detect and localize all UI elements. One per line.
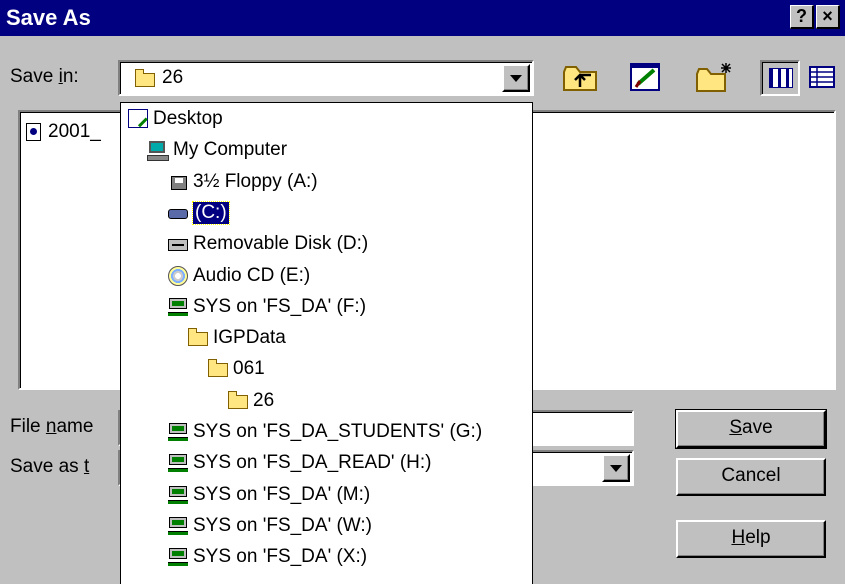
- dropdown-item-label: Removable Disk (D:): [193, 233, 369, 255]
- hard-disk-icon: [167, 203, 189, 223]
- dropdown-item[interactable]: SYS on 'FS_DA' (F:): [167, 293, 366, 321]
- help-label-rest: elp: [745, 527, 771, 548]
- computer-icon: [147, 140, 169, 162]
- network-drive-icon: [167, 516, 189, 536]
- desktop-icon[interactable]: [626, 60, 666, 96]
- dropdown-item[interactable]: 3½ Floppy (A:): [167, 168, 318, 196]
- folder-open-icon: [134, 69, 156, 89]
- dropdown-item[interactable]: Removable Disk (D:): [167, 230, 368, 258]
- dropdown-item-label: 061: [233, 358, 265, 380]
- folder-icon: [187, 328, 209, 348]
- dropdown-item[interactable]: (C:): [167, 199, 230, 227]
- save-as-type-dropdown-button[interactable]: [602, 454, 630, 482]
- floppy-icon: [167, 172, 189, 192]
- save-in-dropdown-button[interactable]: [502, 64, 530, 92]
- cancel-button[interactable]: Cancel: [676, 458, 826, 496]
- dropdown-item-label: 3½ Floppy (A:): [193, 170, 318, 192]
- network-drive-icon: [167, 297, 189, 317]
- removable-disk-icon: [167, 234, 189, 254]
- save-in-combo[interactable]: 26: [118, 60, 534, 96]
- network-drive-icon: [167, 453, 189, 473]
- dropdown-item[interactable]: SYS on 'FS_DA' (W:): [167, 512, 372, 540]
- save-accel: S: [729, 417, 743, 438]
- dropdown-item[interactable]: SYS on 'FS_DA' (X:): [167, 543, 367, 571]
- window-title: Save As: [6, 5, 91, 30]
- save-label-rest: ave: [742, 417, 773, 438]
- dropdown-item[interactable]: SYS on 'FS_DA_READ' (H:): [167, 449, 432, 477]
- dropdown-item-label: (C:): [192, 200, 230, 225]
- dropdown-item[interactable]: My Computer: [147, 136, 287, 164]
- dropdown-item-label: SYS on 'FS_DA_READ' (H:): [193, 452, 432, 474]
- list-view-button[interactable]: [760, 60, 800, 96]
- dropdown-item[interactable]: 061: [207, 355, 265, 383]
- dropdown-item[interactable]: SYS on 'FS_DA' (M:): [167, 481, 370, 509]
- folder-icon: [207, 359, 229, 379]
- details-view-icon[interactable]: [802, 60, 842, 96]
- new-folder-icon[interactable]: [694, 60, 734, 96]
- file-name-text: 2001_: [48, 121, 101, 142]
- up-one-level-icon[interactable]: [560, 60, 600, 96]
- dropdown-item-label: SYS on 'FS_DA' (X:): [193, 546, 368, 568]
- list-item[interactable]: 2001_: [24, 120, 101, 144]
- dropdown-item-label: IGPData: [213, 327, 286, 349]
- help-accel: H: [731, 527, 746, 548]
- folder-open-icon: [227, 390, 249, 411]
- close-button[interactable]: ×: [816, 5, 840, 29]
- dropdown-item-label: Desktop: [153, 108, 223, 129]
- save-in-label: Save in:: [10, 66, 79, 87]
- file-name-label: File name: [10, 416, 94, 437]
- network-drive-icon: [167, 422, 189, 442]
- dropdown-item-label: 26: [253, 389, 275, 411]
- list-view-icon: [769, 68, 793, 88]
- dropdown-item-label: Audio CD (E:): [193, 264, 311, 286]
- dropdown-item-label: SYS on 'FS_DA' (F:): [193, 295, 367, 317]
- help-title-button[interactable]: ?: [790, 5, 814, 29]
- dropdown-item-label: My Computer: [173, 139, 288, 161]
- dropdown-item[interactable]: 26: [227, 387, 274, 415]
- dropdown-item-label: SYS on 'FS_DA_STUDENTS' (G:): [193, 421, 483, 442]
- desktop-icon: [127, 109, 149, 129]
- network-drive-icon: [167, 485, 189, 505]
- cd-icon: [167, 265, 189, 286]
- dropdown-item[interactable]: SYS on 'FS_DA_STUDENTS' (G:): [167, 418, 482, 446]
- chevron-down-icon: [510, 75, 522, 82]
- chevron-down-icon: [610, 465, 622, 472]
- dropdown-item[interactable]: IGPData: [187, 324, 286, 352]
- save-in-dropdown-list[interactable]: Desktop My Computer 3½ Floppy (A:) (C:) Remo…: [120, 102, 533, 584]
- title-bar[interactable]: Save As ? ×: [0, 0, 845, 36]
- document-icon: [24, 122, 46, 142]
- dropdown-item-label: SYS on 'FS_DA' (M:): [193, 483, 371, 505]
- save-as-type-label: Save as t: [10, 456, 90, 477]
- save-button[interactable]: Save: [675, 409, 827, 449]
- dropdown-item[interactable]: Audio CD (E:): [167, 262, 310, 290]
- save-in-value: 26: [162, 67, 184, 88]
- network-drive-icon: [167, 547, 189, 567]
- dropdown-item-label: SYS on 'FS_DA' (W:): [193, 514, 373, 536]
- dropdown-item[interactable]: Desktop: [127, 105, 223, 133]
- help-button[interactable]: Help: [676, 520, 826, 558]
